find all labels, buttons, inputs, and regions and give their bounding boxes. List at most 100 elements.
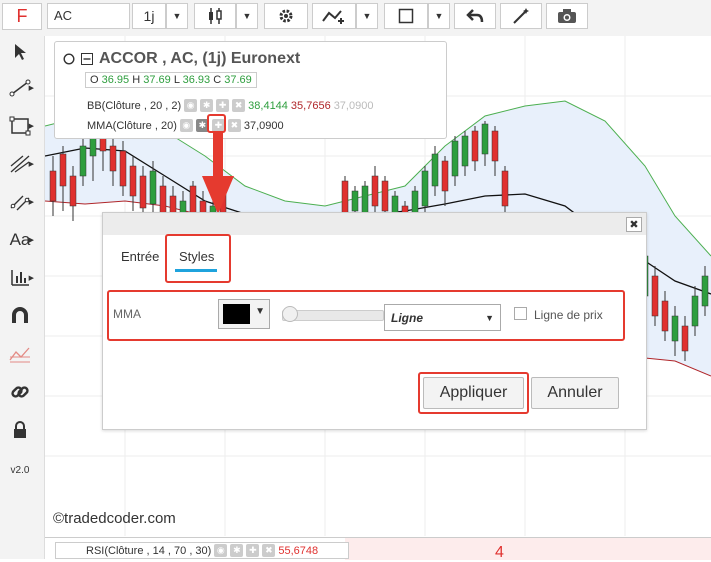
high-label: H <box>132 74 141 86</box>
gear-icon[interactable]: ✱ <box>200 99 214 112</box>
slider-handle[interactable] <box>282 306 298 322</box>
watermark: ©tradedcoder.com <box>53 510 176 527</box>
caret-down-icon: ▼ <box>172 11 182 21</box>
expand-arrow-icon: ▶ <box>28 161 34 168</box>
candle-body <box>451 140 459 177</box>
close-value: 37.69 <box>224 74 252 86</box>
trend-add-icon <box>322 10 344 24</box>
candle-body <box>421 170 429 207</box>
legend-panel: ACCOR , AC, (1j) Euronext O 36.95 H 37.6… <box>54 41 447 139</box>
measure-tool[interactable]: ▶ <box>4 264 36 292</box>
rsi-panel: RSI(Clôture , 14 , 70 , 30) ◉ ✱ ✚ ✖ 55,6… <box>45 537 711 561</box>
circle-toggle-icon[interactable] <box>63 53 75 65</box>
candle-body <box>189 185 197 215</box>
cancel-button[interactable]: Annuler <box>531 377 619 409</box>
gear-icon[interactable]: ✱ <box>230 544 244 557</box>
rsi-zone <box>345 538 711 560</box>
collapse-icon[interactable] <box>81 53 93 65</box>
open-value: 36.95 <box>101 74 130 86</box>
ohlc-readout: O 36.95 H 37.69 L 36.93 C 37.69 <box>85 72 257 88</box>
app-logo[interactable]: F <box>2 3 42 30</box>
candlestick-icon <box>209 8 222 24</box>
period-dropdown-button[interactable]: ▼ <box>166 3 188 29</box>
candle-body <box>471 130 479 162</box>
undo-button[interactable] <box>454 3 496 29</box>
caret-down-icon: ▼ <box>434 11 444 21</box>
expand-arrow-icon: ▶ <box>28 123 34 130</box>
chart-type-dropdown[interactable]: ▼ <box>236 3 258 29</box>
symbol-input[interactable]: AC <box>47 3 130 29</box>
expand-arrow-icon: ▶ <box>28 237 34 244</box>
pointer-arrow <box>202 132 234 214</box>
dialog-header <box>103 213 646 235</box>
mma-value: 37,0900 <box>243 119 284 132</box>
channel-tool[interactable]: ▶ <box>4 188 36 216</box>
eye-icon[interactable]: ◉ <box>184 99 198 112</box>
line-type-select[interactable]: Ligne ▼ <box>384 304 501 331</box>
eye-icon[interactable]: ◉ <box>179 119 193 132</box>
bb-upper-value: 38,4144 <box>248 99 288 112</box>
pointer-tool[interactable] <box>4 38 36 66</box>
candle-body <box>651 275 659 317</box>
open-label: O <box>90 74 99 86</box>
rsi-value: 55,6748 <box>278 544 319 557</box>
shape-dropdown[interactable]: ▼ <box>428 3 450 29</box>
plus-icon[interactable]: ✚ <box>246 544 260 557</box>
gear-icon <box>279 9 293 23</box>
candle-body <box>341 180 349 217</box>
low-label: L <box>173 74 180 86</box>
color-picker[interactable]: ▼ <box>218 299 270 329</box>
text-tool[interactable]: Aa ▶ <box>4 226 36 254</box>
magic-wand-button[interactable] <box>500 3 542 29</box>
dialog-close-button[interactable]: ✖ <box>626 217 642 232</box>
opacity-slider[interactable] <box>282 306 384 322</box>
hide-drawings-tool[interactable] <box>4 340 36 368</box>
hidden-trend-icon <box>9 347 30 363</box>
close-icon[interactable]: ✖ <box>227 119 241 132</box>
caret-down-icon: ▼ <box>485 312 494 323</box>
close-icon[interactable]: ✖ <box>232 99 246 112</box>
link-tool[interactable] <box>4 378 36 406</box>
period-select[interactable]: 1j <box>132 3 166 29</box>
candle-body <box>139 175 147 209</box>
settings-button[interactable] <box>264 3 308 29</box>
rectangle-tool[interactable]: ▶ <box>4 112 36 140</box>
price-line-checkbox[interactable] <box>514 307 527 320</box>
magnet-tool[interactable] <box>4 302 36 330</box>
indicator-dropdown[interactable]: ▼ <box>356 3 378 29</box>
candle-body <box>671 315 679 342</box>
lock-tool[interactable] <box>4 416 36 444</box>
chart-type-button[interactable] <box>194 3 236 29</box>
toolbar: F AC 1j ▼ ▼ ▼ ▼ <box>0 0 711 37</box>
instrument-title: ACCOR , AC, (1j) Euronext <box>99 50 301 67</box>
candle-body <box>159 185 167 215</box>
shape-button[interactable] <box>384 3 428 29</box>
bb-lower-value: 35,7656 <box>290 99 331 112</box>
mma-indicator-row: MMA(Clôture , 20) ◉ ✱ ✚ ✖ 37,0900 <box>87 119 284 132</box>
rsi-legend: RSI(Clôture , 14 , 70 , 30) ◉ ✱ ✚ ✖ 55,6… <box>55 542 350 559</box>
line-tool[interactable]: ▶ <box>4 74 36 102</box>
candle-body <box>371 175 379 207</box>
plus-icon[interactable]: ✚ <box>216 99 230 112</box>
lock-icon <box>14 421 26 438</box>
camera-icon <box>558 9 576 23</box>
caret-down-icon: ▼ <box>255 306 265 317</box>
fork-tool[interactable]: ▶ <box>4 150 36 178</box>
apply-button[interactable]: Appliquer <box>423 377 524 409</box>
indicator-button[interactable] <box>312 3 356 29</box>
candle-body <box>79 145 87 177</box>
eye-icon[interactable]: ◉ <box>214 544 228 557</box>
candle-body <box>481 123 489 155</box>
candle-body <box>691 295 699 327</box>
close-label: C <box>213 74 222 86</box>
candle-body <box>501 170 509 207</box>
magic-wand-icon <box>513 8 529 24</box>
link-icon <box>11 386 29 398</box>
version-label: v2.0 <box>10 464 30 476</box>
bb-indicator-name: BB(Clôture , 20 , 2) <box>87 99 182 112</box>
undo-icon <box>466 9 484 23</box>
close-icon[interactable]: ✖ <box>262 544 276 557</box>
tab-entree[interactable]: Entrée <box>121 249 159 264</box>
screenshot-button[interactable] <box>546 3 588 29</box>
candle-body <box>49 170 57 202</box>
